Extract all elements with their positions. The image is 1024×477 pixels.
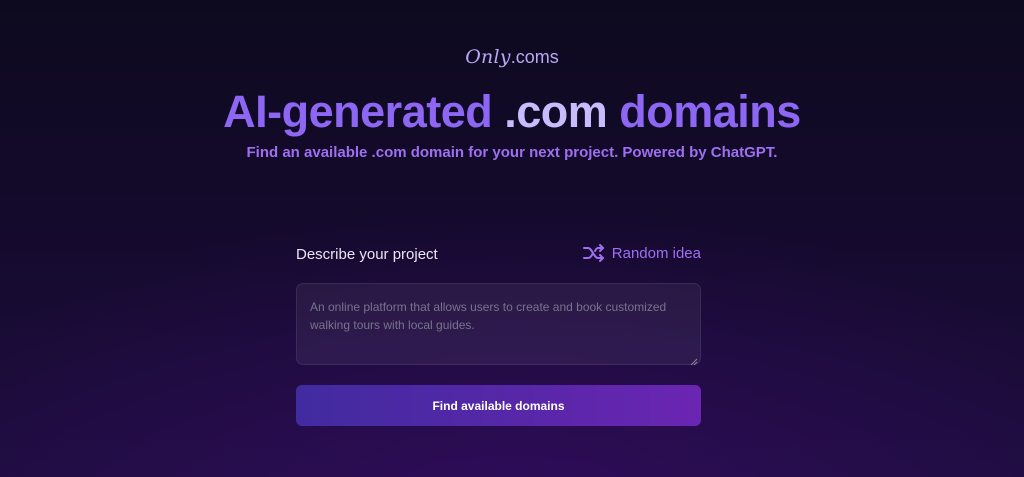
page-title: AI-generated .com domains <box>0 86 1024 138</box>
resize-handle-icon[interactable] <box>689 353 698 366</box>
logo-coms-text: .coms <box>510 47 559 67</box>
title-part-com: .com <box>504 86 608 137</box>
title-part-ai-generated: AI-generated <box>223 86 505 137</box>
shuffle-icon <box>582 244 605 262</box>
logo[interactable]: Only.coms <box>0 46 1024 76</box>
random-idea-label: Random idea <box>611 244 701 262</box>
find-domains-button[interactable]: Find available domains <box>296 385 701 426</box>
logo-only-text: Only <box>465 46 511 68</box>
form-header: Describe your project Random idea <box>296 240 701 270</box>
random-idea-button[interactable]: Random idea <box>582 244 701 262</box>
title-part-domains: domains <box>607 86 801 137</box>
page: Only.coms AI-generated .com domains Find… <box>0 0 1024 477</box>
project-form: Describe your project Random idea An onl… <box>296 240 701 426</box>
project-description-placeholder: An online platform that allows users to … <box>310 300 667 332</box>
project-description-label: Describe your project <box>296 246 438 263</box>
project-description-input[interactable]: An online platform that allows users to … <box>296 283 701 366</box>
page-subtitle: Find an available .com domain for your n… <box>246 144 778 161</box>
